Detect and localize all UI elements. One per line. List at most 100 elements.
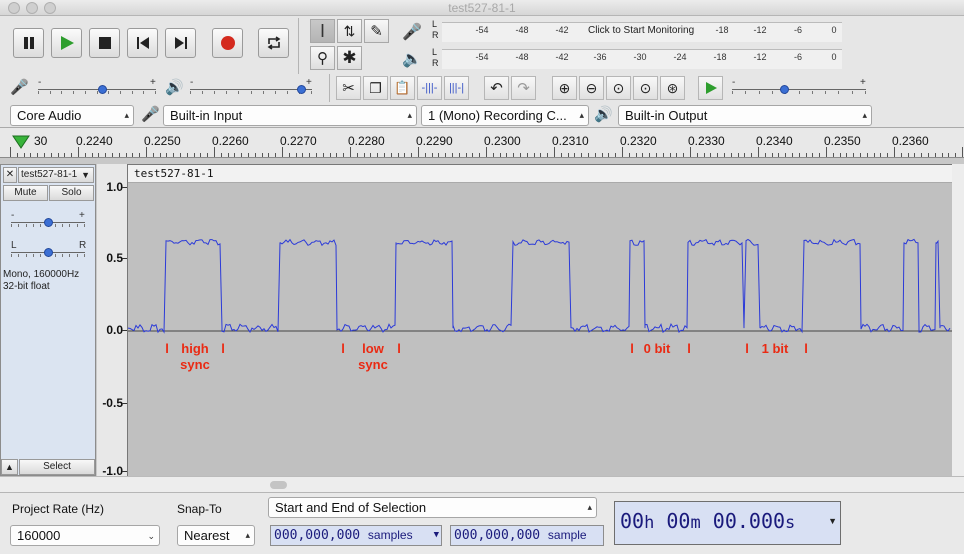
ruler-tick xyxy=(432,153,433,157)
clip-title[interactable]: test527-81-1 xyxy=(128,165,952,183)
speaker-icon: 🔊 xyxy=(165,79,184,96)
ruler-tick xyxy=(85,153,86,157)
track-control-panel: ✕ test527-81-1 ▼ Mute Solo - + LR Mono, 16… xyxy=(0,164,96,476)
meter-tick-label: -6 xyxy=(793,52,802,62)
mute-button[interactable]: Mute xyxy=(3,185,48,201)
ruler-tick xyxy=(608,153,609,157)
collapse-track-button[interactable]: ▲ xyxy=(1,459,18,475)
collapse-arrow-icon: ▲ xyxy=(5,462,14,472)
vertical-scrollbar[interactable] xyxy=(952,164,964,476)
ruler-label: 0.2330 xyxy=(688,134,725,148)
undo-icon: ↶ xyxy=(490,80,503,97)
monitor-prompt[interactable]: Click to Start Monitoring xyxy=(588,25,694,36)
slider-tick xyxy=(812,91,813,94)
playback-meter-button[interactable]: 🔈 xyxy=(402,49,426,71)
zoom-tool-button[interactable]: ⚲ xyxy=(310,46,335,70)
solo-button[interactable]: Solo xyxy=(49,185,94,201)
ruler-tick xyxy=(221,153,222,157)
slider-thumb[interactable] xyxy=(44,218,53,227)
slider-tick xyxy=(155,91,156,94)
ruler-tick xyxy=(581,153,582,157)
meter-tick-label: -42 xyxy=(555,25,569,35)
audio-host-select[interactable]: Core Audio▴▾ xyxy=(10,105,134,126)
horizontal-scrollbar[interactable] xyxy=(0,476,964,492)
playback-device-select[interactable]: Built-in Output▴▾ xyxy=(618,105,872,126)
slider-tick xyxy=(11,254,12,257)
ruler-tick xyxy=(336,153,337,157)
zoom-in-button[interactable]: ⊕ xyxy=(552,76,577,100)
undo-button[interactable]: ↶ xyxy=(484,76,509,100)
playback-meter[interactable]: -54 -48 -42 -36 -30 -24 -18 -12 -6 0 xyxy=(442,49,842,69)
slider-thumb[interactable] xyxy=(297,85,306,94)
silence-audio-button[interactable]: |||-| xyxy=(444,76,469,100)
amplitude-ruler[interactable]: 1.0 0.5 0.0 -0.5 -1.0 xyxy=(97,164,128,478)
selection-tool-button[interactable]: I xyxy=(310,19,335,43)
pause-button[interactable] xyxy=(13,28,44,58)
recording-channels-select[interactable]: 1 (Mono) Recording C...▴▾ xyxy=(421,105,589,126)
scrollbar-thumb[interactable] xyxy=(270,481,287,489)
ruler-tick xyxy=(241,153,242,157)
recording-device-select[interactable]: Built-in Input▴▾ xyxy=(163,105,417,126)
timeline-ruler[interactable]: 30 0.2240 0.2250 0.2260 0.2270 0.2280 0.2290 0.… xyxy=(0,128,964,158)
slider-max-mark: + xyxy=(306,77,312,88)
redo-button[interactable]: ↷ xyxy=(511,76,536,100)
skip-to-end-button[interactable] xyxy=(165,28,196,58)
play-button[interactable] xyxy=(51,28,82,58)
fit-selection-button[interactable]: ⊙ xyxy=(606,76,631,100)
ruler-tick xyxy=(758,147,759,157)
amplitude-label: 0.5 xyxy=(106,251,123,265)
trim-audio-button[interactable]: -|||- xyxy=(417,76,442,100)
selection-end-field[interactable]: 000,000,000 sample xyxy=(450,525,604,546)
ruler-tick xyxy=(330,153,331,157)
slider-thumb[interactable] xyxy=(780,85,789,94)
gain-slider[interactable]: - + xyxy=(11,210,85,233)
audio-position-clock[interactable]: 00h 00m 00.000s ▼ xyxy=(614,501,841,545)
meter-tick-label: 0 xyxy=(831,52,837,62)
ruler-tick xyxy=(418,147,419,157)
play-head-icon xyxy=(12,135,30,149)
paste-button[interactable]: 📋 xyxy=(390,76,415,100)
record-meter[interactable]: -54 -48 -42 -18 -12 -6 0 Click to Start Monitor… xyxy=(442,22,842,42)
ruler-tick xyxy=(255,153,256,157)
skip-to-start-button[interactable] xyxy=(127,28,158,58)
envelope-tool-button[interactable]: ⇅ xyxy=(337,19,362,43)
track-name-menu[interactable]: test527-81-1 ▼ xyxy=(18,167,94,183)
track-close-button[interactable]: ✕ xyxy=(3,167,17,183)
project-rate-select[interactable]: 160000 ⌄ xyxy=(10,525,160,546)
slider-thumb[interactable] xyxy=(44,248,53,257)
playback-volume-slider[interactable]: - + xyxy=(190,77,312,100)
loop-button[interactable] xyxy=(258,28,289,58)
ruler-tick xyxy=(506,153,507,157)
fit-project-button[interactable]: ⊙ xyxy=(633,76,658,100)
meter-tick-label: -12 xyxy=(753,25,767,35)
ruler-tick xyxy=(438,153,439,157)
cut-button[interactable]: ✂ xyxy=(336,76,361,100)
zoom-toggle-button[interactable]: ⊛ xyxy=(660,76,685,100)
snap-to-select[interactable]: Nearest▴▾ xyxy=(177,525,255,546)
stop-button[interactable] xyxy=(89,28,120,58)
ruler-tick xyxy=(71,153,72,157)
pan-slider[interactable]: LR xyxy=(11,240,86,263)
play-at-speed-button[interactable] xyxy=(698,76,723,100)
copy-button[interactable]: ❐ xyxy=(363,76,388,100)
play-at-speed-slider[interactable]: - + xyxy=(732,77,866,100)
waveform-display[interactable]: test527-81-1 l high sync l l low sync l l 0 bit l l… xyxy=(128,164,952,476)
selection-mode-select[interactable]: Start and End of Selection▴▾ xyxy=(268,497,597,518)
play-icon xyxy=(705,82,717,94)
multi-tool-button[interactable]: ✱ xyxy=(337,46,362,70)
draw-tool-button[interactable]: ✎ xyxy=(364,19,389,43)
ruler-tick xyxy=(710,153,711,157)
ruler-tick xyxy=(194,153,195,157)
zoom-out-button[interactable]: ⊖ xyxy=(579,76,604,100)
meter-tick-label: -24 xyxy=(673,52,687,62)
slider-track xyxy=(732,89,866,90)
select-track-button[interactable]: Select xyxy=(19,459,95,475)
slider-tick xyxy=(143,91,144,94)
ruler-tick xyxy=(126,153,127,157)
record-button[interactable] xyxy=(212,28,243,58)
recording-volume-slider[interactable]: - + xyxy=(38,77,156,100)
annotation-label: 0 bit xyxy=(638,341,676,357)
selection-start-field[interactable]: 000,000,000 samples ▼ xyxy=(270,525,442,546)
record-meter-button[interactable]: 🎤 xyxy=(402,22,426,44)
slider-thumb[interactable] xyxy=(98,85,107,94)
